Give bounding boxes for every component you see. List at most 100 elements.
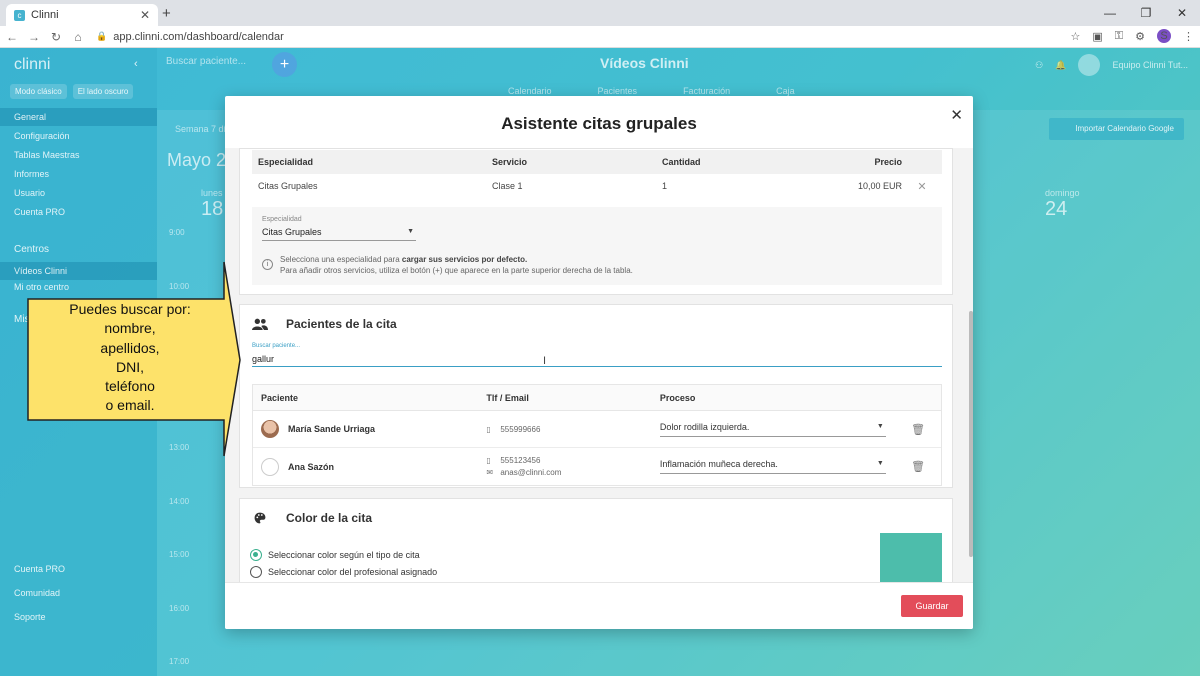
time-slot: 10:00 xyxy=(169,282,190,291)
add-button[interactable]: + xyxy=(272,52,297,77)
proceso-select[interactable]: Dolor rodilla izquierda. ▼ xyxy=(659,422,886,437)
time-slot: 9:00 xyxy=(169,228,185,237)
avatar xyxy=(261,457,279,476)
people-icon xyxy=(252,318,268,330)
dropdown-arrow-icon: ▼ xyxy=(876,422,884,430)
sidebar-item-tablas[interactable]: Tablas Maestras xyxy=(0,146,157,164)
table-row[interactable]: Ana Sazón ▯ 555123456 ✉ anas@clinni.com In… xyxy=(253,448,941,485)
patient-search-bar[interactable]: Buscar paciente... xyxy=(166,56,246,67)
info-text-secondary: Para añadir otros servicios, utiliza el … xyxy=(280,266,633,275)
browser-tab[interactable]: c Clinni ✕ xyxy=(6,4,158,26)
lock-icon: 🔒 xyxy=(96,31,108,41)
dropdown-arrow-icon: ▼ xyxy=(407,228,414,235)
menu-icon[interactable]: ⋮ xyxy=(1183,30,1194,43)
user-name[interactable]: Equipo Clinni Tut... xyxy=(1112,60,1188,70)
tab-calendario[interactable]: Calendario xyxy=(508,86,552,96)
clinni-logo: clinni xyxy=(14,56,51,73)
user-avatar[interactable] xyxy=(1078,54,1101,76)
trash-icon[interactable]: 🗑 xyxy=(895,423,941,436)
sidebar-cuenta-pro[interactable]: Cuenta PRO xyxy=(14,564,144,574)
new-tab-icon[interactable]: + xyxy=(162,5,171,22)
col-contacto: Tlf / Email xyxy=(486,392,529,403)
sidebar-soporte[interactable]: Soporte xyxy=(14,612,144,622)
mode-classic-button[interactable]: Modo clásico xyxy=(10,84,67,99)
color-option-type[interactable]: Seleccionar color según el tipo de cita xyxy=(250,549,420,561)
col-paciente: Paciente xyxy=(261,392,299,403)
modal-scrollbar[interactable] xyxy=(969,311,973,557)
collapse-sidebar-icon[interactable]: ‹ xyxy=(134,58,138,70)
centro-item-otro[interactable]: Mi otro centro xyxy=(0,278,157,296)
modal-title: Asistente citas grupales xyxy=(501,114,697,133)
trash-icon[interactable]: 🗑 xyxy=(895,460,941,473)
email-icon: ✉ xyxy=(486,468,494,477)
especialidad-value: Citas Grupales xyxy=(262,227,322,237)
close-tab-icon[interactable]: ✕ xyxy=(140,8,150,22)
back-icon[interactable]: ← xyxy=(2,30,22,44)
radio-icon[interactable] xyxy=(250,566,262,578)
sidebar-item-general[interactable]: General xyxy=(0,108,157,126)
day-name: domingo xyxy=(1045,188,1080,198)
col-especialidad: Especialidad xyxy=(258,157,314,167)
notifications-icon[interactable]: 🔔 xyxy=(1055,60,1066,71)
close-icon[interactable]: ✕ xyxy=(950,106,963,124)
tab-title: Clinni xyxy=(31,9,59,21)
patients-table: Paciente Tlf / Email Proceso María Sande… xyxy=(252,384,942,486)
color-option-professional[interactable]: Seleccionar color del profesional asigna… xyxy=(250,566,437,578)
day-name: lunes xyxy=(201,188,223,198)
restore-icon[interactable]: ❐ xyxy=(1128,0,1164,26)
mis-heading: Mis xyxy=(14,314,30,325)
search-patient-label: Buscar paciente... xyxy=(252,343,301,349)
search-patient-input[interactable] xyxy=(252,352,942,367)
tab-facturacion[interactable]: Facturación xyxy=(683,86,730,96)
import-google-calendar-button[interactable]: Importar Calendario Google xyxy=(1049,118,1184,140)
service-cantidad: 1 xyxy=(662,181,668,191)
service-row[interactable]: Citas Grupales Clase 1 1 10,00 EUR ✕ xyxy=(252,174,942,198)
col-servicio: Servicio xyxy=(492,157,528,167)
radio-checked-icon[interactable] xyxy=(250,549,262,561)
home-icon[interactable]: ⌂ xyxy=(68,30,88,44)
mode-dark-button[interactable]: El lado oscuro xyxy=(72,84,134,99)
especialidad-select[interactable]: Citas Grupales ▼ xyxy=(262,227,416,241)
patients-card: Pacientes de la cita Buscar paciente... … xyxy=(239,304,953,488)
tab-caja[interactable]: Caja xyxy=(776,86,795,96)
star-icon[interactable]: ☆ xyxy=(1070,30,1080,43)
app-title: Vídeos Clinni xyxy=(600,55,689,71)
color-swatch[interactable] xyxy=(880,533,942,582)
url-text: app.clinni.com/dashboard/calendar xyxy=(113,30,284,43)
day-number: 24 xyxy=(1045,198,1068,220)
sidebar-item-configuracion[interactable]: Configuración xyxy=(0,127,157,145)
save-button[interactable]: Guardar xyxy=(901,595,963,617)
color-section-title: Color de la cita xyxy=(252,511,372,525)
minimize-icon[interactable]: — xyxy=(1092,0,1128,26)
team-icon[interactable]: ⚇ xyxy=(1035,60,1043,71)
avatar xyxy=(261,420,279,438)
sidebar-comunidad[interactable]: Comunidad xyxy=(14,588,144,598)
services-table-header: Especialidad Servicio Cantidad Precio xyxy=(252,150,942,174)
proceso-select[interactable]: Inflamación muñeca derecha. ▼ xyxy=(659,459,886,474)
sidebar-item-informes[interactable]: Informes xyxy=(0,165,157,183)
group-appointment-modal: Asistente citas grupales ✕ Especialidad … xyxy=(225,96,973,629)
address-bar: ← → ↻ ⌂ 🔒 app.clinni.com/dashboard/calen… xyxy=(0,26,1200,48)
extension-icon[interactable]: ▣ xyxy=(1092,30,1102,43)
reload-icon[interactable]: ↻ xyxy=(46,30,66,44)
remove-service-icon[interactable]: ✕ xyxy=(902,180,942,193)
sidebar-item-usuario[interactable]: Usuario xyxy=(0,184,157,202)
color-card: Color de la cita Seleccionar color según… xyxy=(239,498,953,582)
time-slot: 13:00 xyxy=(169,443,190,452)
key-icon[interactable]: ⚿ xyxy=(1115,30,1123,43)
patient-name: María Sande Urriaga xyxy=(288,424,376,434)
settings-icon[interactable]: ⚙ xyxy=(1135,30,1145,43)
tab-pacientes[interactable]: Pacientes xyxy=(598,86,638,96)
close-window-icon[interactable]: ✕ xyxy=(1164,0,1200,26)
time-slot: 15:00 xyxy=(169,550,190,559)
modal-footer: Guardar xyxy=(225,582,973,629)
table-row[interactable]: María Sande Urriaga ▯ 555999666 Dolor rod… xyxy=(253,411,941,448)
especialidad-label: Especialidad xyxy=(262,216,302,223)
time-slot: 14:00 xyxy=(169,497,190,506)
url-field[interactable]: 🔒 app.clinni.com/dashboard/calendar xyxy=(96,28,1106,46)
color-option-label: Seleccionar color del profesional asigna… xyxy=(268,567,438,577)
forward-icon[interactable]: → xyxy=(24,30,44,44)
phone-icon: ▯ xyxy=(486,424,491,434)
sidebar-item-cuenta[interactable]: Cuenta PRO xyxy=(0,203,157,221)
profile-avatar[interactable]: S xyxy=(1157,29,1171,43)
